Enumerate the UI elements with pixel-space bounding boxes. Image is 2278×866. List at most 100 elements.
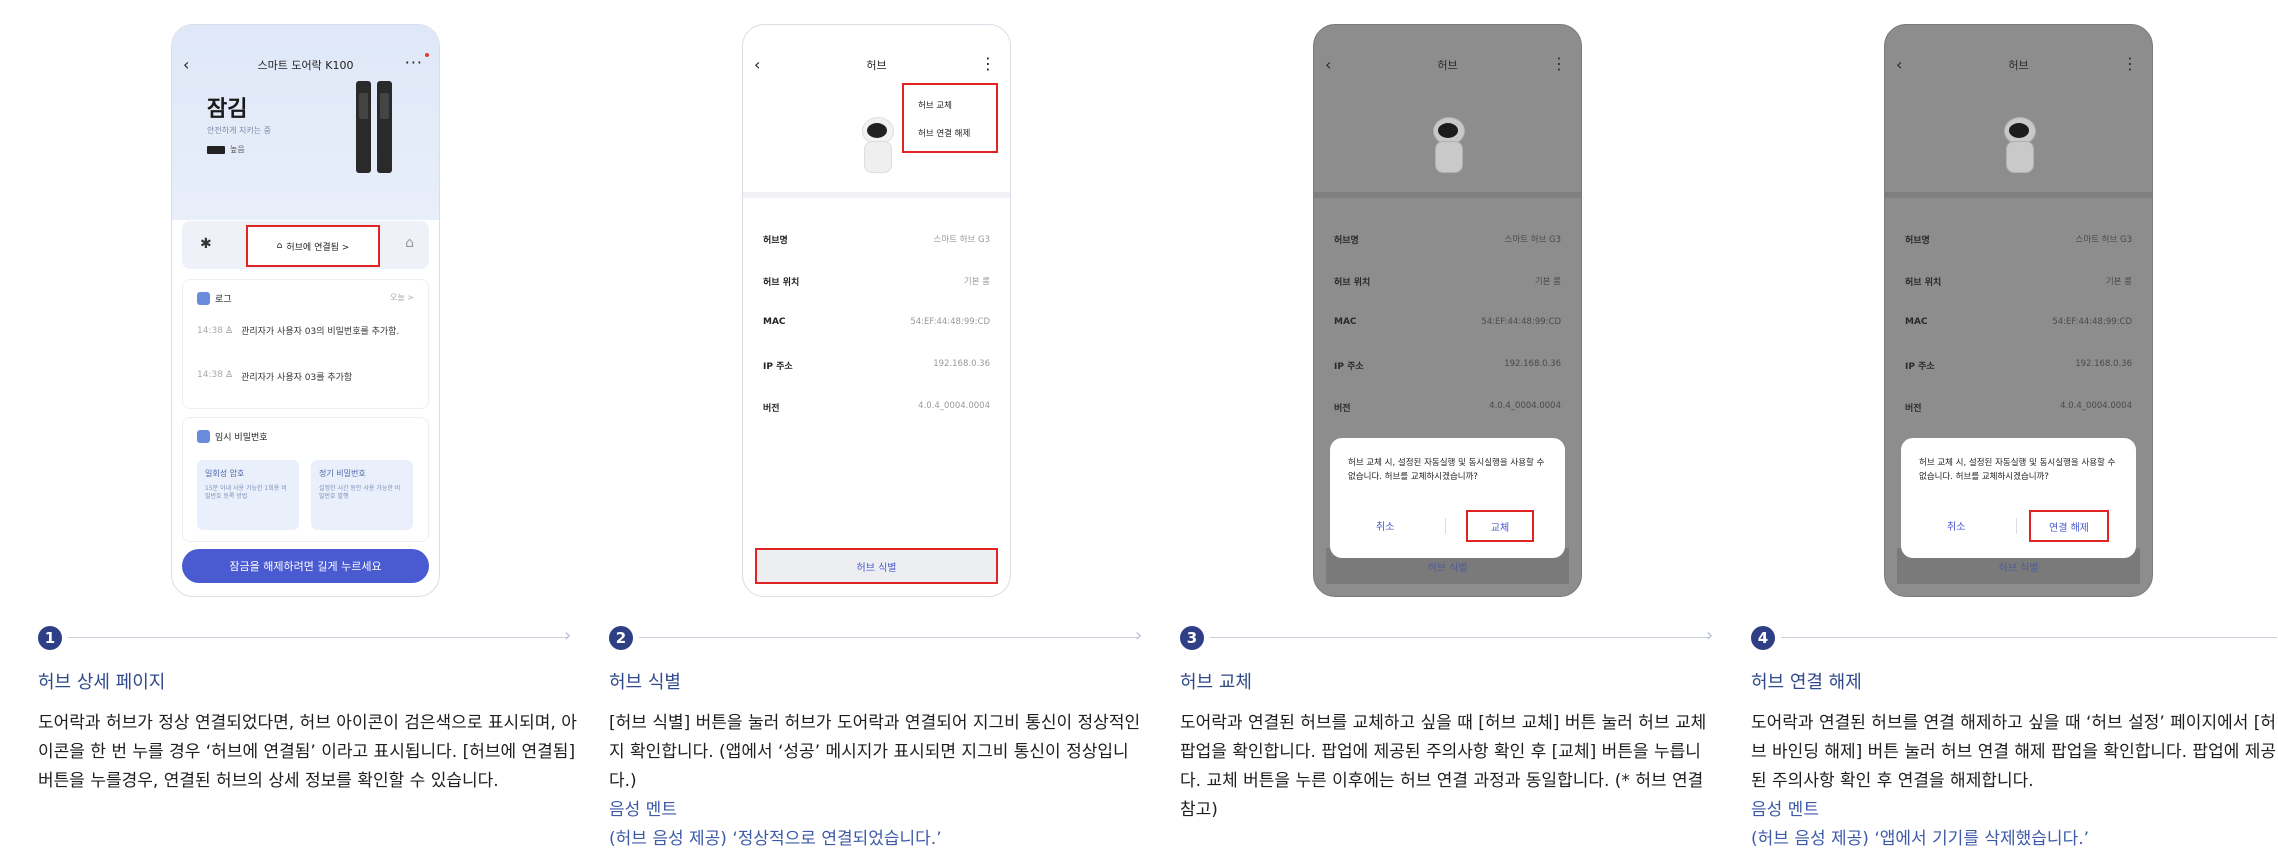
popup-cancel-button[interactable]: 취소 xyxy=(1947,518,1965,533)
step-indicator: 2 › xyxy=(609,626,1149,650)
nav-title: 허브 xyxy=(1437,59,1458,72)
notification-dot xyxy=(425,53,429,57)
step-description: 도어락과 연결된 허브를 교체하고 싶을 때 [허브 교체] 버튼 눌러 허브 … xyxy=(1180,709,1720,825)
info-key: 허브 위치 xyxy=(1905,278,1942,288)
step-title: 허브 식별 xyxy=(609,672,681,693)
info-value: 54:EF:44:48:99:CD xyxy=(1481,317,1561,327)
step-line xyxy=(639,637,1139,638)
popup-cancel-button[interactable]: 취소 xyxy=(1376,518,1394,533)
pw-once-card[interactable]: 일회성 암호 15분 이내 사용 가능한 1회용 비밀번호 등록 방법 xyxy=(197,460,299,530)
lock-sub: 안전하게 지키는 중 xyxy=(207,126,271,135)
kebab-menu-icon[interactable]: ⋮ xyxy=(1551,54,1567,73)
description-text: 도어락과 허브가 정상 연결되었다면, 허브 아이콘이 검은색으로 표시되며, … xyxy=(38,713,577,791)
hub-device-image xyxy=(1431,117,1467,175)
step-title: 허브 연결 해제 xyxy=(1751,672,1862,693)
info-value: 54:EF:44:48:99:CD xyxy=(910,317,990,327)
panel-hub-replace: ‹ 허브 ⋮ 허브명 스마트 허브 G3 허브 위치 기본 룸 MAC 54:EF:4… xyxy=(1162,0,1733,866)
step-description: 도어락과 허브가 정상 연결되었다면, 허브 아이콘이 검은색으로 표시되며, … xyxy=(38,709,578,796)
nav-title: 허브 xyxy=(866,59,887,72)
description-text: 도어락과 연결된 허브를 교체하고 싶을 때 [허브 교체] 버튼 눌러 허브 … xyxy=(1180,713,1707,820)
battery-label: 높음 xyxy=(230,145,245,154)
voice-text: (허브 음성 제공) ‘정상적으로 연결되었습니다.’ xyxy=(609,829,942,849)
temp-password-card: 임시 비밀번호 일회성 암호 15분 이내 사용 가능한 1회용 비밀번호 등록… xyxy=(182,417,429,542)
log-item: 14:38 ♙ 관리자가 사용자 03를 추가함 xyxy=(197,370,418,383)
doorlock-image xyxy=(356,81,371,173)
section-divider xyxy=(743,192,1010,198)
log-time: 14:38 xyxy=(197,326,223,336)
step-number: 3 xyxy=(1180,626,1204,650)
kebab-menu-icon[interactable]: ⋮ xyxy=(980,54,996,73)
more-icon[interactable]: ··· xyxy=(405,53,423,72)
home-icon[interactable]: ⌂ xyxy=(405,235,414,251)
identify-hub-button[interactable]: 허브 식별 xyxy=(755,548,998,584)
info-key: MAC xyxy=(1334,317,1357,327)
info-value: 192.168.0.36 xyxy=(933,359,990,369)
info-value: 스마트 허브 G3 xyxy=(1504,235,1562,245)
temp-pw-icon xyxy=(197,430,210,443)
hub-icon: ⌂ xyxy=(276,241,283,251)
doorlock-image-2 xyxy=(377,81,392,173)
info-key: 허브명 xyxy=(1334,236,1359,246)
hub-connected-button[interactable]: ⌂ 허브에 연결됨 > xyxy=(246,225,380,267)
nav-bar: ‹ 스마트 도어락 K100 ··· xyxy=(172,53,439,77)
menu-replace-hub[interactable]: 허브 교체 xyxy=(918,99,952,111)
step-line xyxy=(68,637,568,638)
log-text: 관리자가 사용자 03를 추가함 xyxy=(241,373,353,383)
info-key: IP 주소 xyxy=(763,362,793,372)
step-line xyxy=(1781,637,2277,638)
info-value: 4.0.4_0004.0004 xyxy=(2060,401,2132,411)
info-key: 허브 위치 xyxy=(763,278,800,288)
info-key: 허브명 xyxy=(1905,236,1930,246)
disconnect-hub-popup: 허브 교체 시, 설정된 자동실행 및 동시실행을 사용할 수 없습니다. 허브… xyxy=(1901,438,2136,558)
battery-icon xyxy=(207,146,225,154)
popup-disconnect-button[interactable]: 연결 해제 xyxy=(2029,510,2109,542)
unlock-button[interactable]: 잠금을 해제하려면 길게 누르세요 xyxy=(182,549,429,583)
bluetooth-icon[interactable]: ✱ xyxy=(200,236,212,252)
section-divider xyxy=(1885,192,2152,198)
info-value: 4.0.4_0004.0004 xyxy=(1489,401,1561,411)
info-value: 기본 룸 xyxy=(963,277,990,287)
step-indicator: 4 xyxy=(1751,626,2278,650)
log-text: 관리자가 사용자 03의 비밀번호를 추가함. xyxy=(241,327,400,337)
info-key: MAC xyxy=(1905,317,1928,327)
chevron-right-icon: › xyxy=(564,625,572,646)
voice-title: 음성 멘트 xyxy=(1751,800,1819,820)
log-icon xyxy=(197,292,210,305)
log-header: 로그 xyxy=(197,292,232,305)
description-text: [허브 식별] 버튼을 눌러 허브가 도어락과 연결되어 지그비 통신이 정상적… xyxy=(609,713,1141,791)
step-description: [허브 식별] 버튼을 눌러 허브가 도어락과 연결되어 지그비 통신이 정상적… xyxy=(609,709,1149,854)
step-number: 1 xyxy=(38,626,62,650)
phone-screen: ‹ 허브 ⋮ 허브 교체 허브 연결 해제 허브명 스마트 허브 G3 허브 위치… xyxy=(742,24,1011,597)
pw-regular-card[interactable]: 정기 비밀번호 설정한 시간 동안 사용 가능한 비밀번호 발행 xyxy=(311,460,413,530)
info-value: 4.0.4_0004.0004 xyxy=(918,401,990,411)
log-title: 로그 xyxy=(215,295,232,305)
chevron-right-icon: › xyxy=(1706,625,1714,646)
info-key: IP 주소 xyxy=(1905,362,1935,372)
voice-title: 음성 멘트 xyxy=(609,800,677,820)
hub-connected-label: 허브에 연결됨 > xyxy=(286,242,350,253)
log-card[interactable]: 로그 오늘 > 14:38 ♙ 관리자가 사용자 03의 비밀번호를 추가함. … xyxy=(182,279,429,409)
phone-screen: ‹ 허브 ⋮ 허브명 스마트 허브 G3 허브 위치 기본 룸 MAC 54:EF:4… xyxy=(1884,24,2153,597)
pw-regular-desc: 설정한 시간 동안 사용 가능한 비밀번호 발행 xyxy=(319,485,401,500)
lock-state: 잠김 xyxy=(207,97,248,122)
log-today-link[interactable]: 오늘 > xyxy=(390,292,414,303)
nav-bar: ‹ 허브 ⋮ xyxy=(1314,54,1581,77)
section-divider xyxy=(1314,192,1581,198)
kebab-menu-icon[interactable]: ⋮ xyxy=(2122,54,2138,73)
temp-pw-header: 임시 비밀번호 xyxy=(197,430,268,443)
hub-device-image xyxy=(2002,117,2038,175)
popup-replace-button[interactable]: 교체 xyxy=(1466,510,1534,542)
info-value: 54:EF:44:48:99:CD xyxy=(2052,317,2132,327)
step-title: 허브 교체 xyxy=(1180,672,1252,693)
menu-disconnect-hub[interactable]: 허브 연결 해제 xyxy=(918,127,970,139)
pw-once-title: 일회성 암호 xyxy=(205,469,245,478)
info-key: MAC xyxy=(763,317,786,327)
log-item: 14:38 ♙ 관리자가 사용자 03의 비밀번호를 추가함. xyxy=(197,326,418,338)
hub-device-image xyxy=(860,117,896,175)
popup-message: 허브 교체 시, 설정된 자동실행 및 동시실행을 사용할 수 없습니다. 허브… xyxy=(1919,458,2116,482)
nav-title: 스마트 도어락 K100 xyxy=(257,59,354,72)
step-description: 도어락과 연결된 허브를 연결 해제하고 싶을 때 ‘허브 설정’ 페이지에서 … xyxy=(1751,709,2278,854)
panel-hub-detail: ‹ 스마트 도어락 K100 ··· 잠김 안전하게 지키는 중 높음 ✱ ⌂ … xyxy=(20,0,591,866)
voice-text: (허브 음성 제공) ‘앱에서 기기를 삭제했습니다.’ xyxy=(1751,829,2090,849)
info-key: 허브명 xyxy=(763,236,788,246)
